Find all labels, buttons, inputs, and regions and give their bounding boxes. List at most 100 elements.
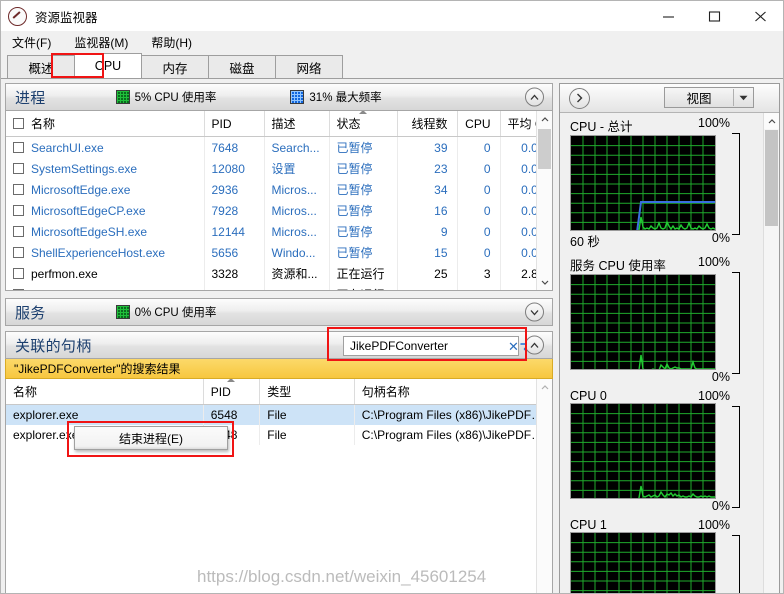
tab-memory[interactable]: 内存 <box>141 55 209 78</box>
process-threads: 69 <box>397 284 457 291</box>
graph-footer: 0% <box>570 370 762 384</box>
table-row[interactable]: SystemSettings.exe12080设置已暂停2300.00 <box>6 158 553 179</box>
graphs-scrollbar[interactable] <box>763 113 779 594</box>
scroll-up-icon[interactable] <box>537 111 552 127</box>
processes-section-header[interactable]: 进程 5% CPU 使用率 31% 最大频率 <box>5 83 553 111</box>
table-row[interactable]: explorer.exe6548Windo...正在运行6901.45 <box>6 284 553 291</box>
process-pid: 5656 <box>204 242 264 263</box>
row-checkbox[interactable] <box>13 289 24 292</box>
graph-max: 100% <box>698 389 730 403</box>
col-handle-type[interactable]: 类型 <box>260 379 355 405</box>
tab-network[interactable]: 网络 <box>275 55 343 78</box>
scroll-down-icon[interactable] <box>537 274 552 290</box>
graph-canvas <box>570 532 716 594</box>
graph-min: 0% <box>712 231 730 250</box>
table-row[interactable]: MicrosoftEdge.exe2936Micros...已暂停3400.00 <box>6 179 553 200</box>
cpu-0-plot <box>571 404 716 499</box>
cpu-usage-legend-label: 5% CPU 使用率 <box>135 89 217 105</box>
handles-header-row: 名称 PID 类型 句柄名称 <box>6 379 552 405</box>
row-checkbox[interactable] <box>13 268 24 279</box>
process-name: MicrosoftEdgeSH.exe <box>6 221 204 242</box>
scroll-up-icon[interactable] <box>764 113 779 129</box>
cpu-1-plot <box>571 533 716 594</box>
chevron-down-icon[interactable] <box>734 95 753 101</box>
graph-min: 0% <box>712 499 730 513</box>
close-button[interactable] <box>737 1 783 31</box>
handle-pid: 6548 <box>203 405 260 425</box>
processes-table-body: SearchUI.exe7648Search...已暂停3900.00 Syst… <box>6 137 553 292</box>
graph-title: CPU 0 <box>570 389 607 403</box>
graph-labels: CPU 0 100% <box>570 389 762 403</box>
graph-min: 0% <box>712 370 730 384</box>
title-bar: 资源监视器 <box>1 1 783 31</box>
select-all-checkbox[interactable] <box>13 118 24 129</box>
table-row[interactable]: SearchUI.exe7648Search...已暂停3900.00 <box>6 137 553 159</box>
col-handle-name[interactable]: 名称 <box>6 379 203 405</box>
row-checkbox[interactable] <box>13 163 24 174</box>
tab-disk[interactable]: 磁盘 <box>208 55 276 78</box>
process-threads: 15 <box>397 242 457 263</box>
graph-axis-bracket <box>732 272 740 374</box>
services-expand-button[interactable] <box>525 303 544 322</box>
tab-overview[interactable]: 概述 <box>7 55 75 78</box>
col-threads[interactable]: 线程数 <box>397 111 457 137</box>
table-row[interactable]: MicrosoftEdgeSH.exe12144Micros...已暂停900.… <box>6 221 553 242</box>
col-cpu[interactable]: CPU <box>457 111 500 137</box>
services-title: 服务 <box>15 302 46 323</box>
table-row[interactable]: explorer.exe6548FileC:\Program Files (x8… <box>6 405 552 425</box>
col-description[interactable]: 描述 <box>264 111 329 137</box>
handles-scrollbar[interactable] <box>536 379 552 594</box>
col-name[interactable]: 名称 <box>6 111 204 137</box>
handles-collapse-button[interactable] <box>525 336 544 355</box>
process-name: ShellExperienceHost.exe <box>6 242 204 263</box>
table-row[interactable]: MicrosoftEdgeCP.exe7928Micros...已暂停1600.… <box>6 200 553 221</box>
row-checkbox[interactable] <box>13 184 24 195</box>
process-pid: 12144 <box>204 221 264 242</box>
menu-monitor[interactable]: 监视器(M) <box>70 32 138 53</box>
row-checkbox[interactable] <box>13 142 24 153</box>
process-name: SystemSettings.exe <box>6 158 204 179</box>
row-checkbox[interactable] <box>13 247 24 258</box>
search-input[interactable] <box>344 338 508 354</box>
process-threads: 9 <box>397 221 457 242</box>
processes-collapse-button[interactable] <box>525 88 544 107</box>
scroll-thumb[interactable] <box>538 129 551 169</box>
handles-table-wrap: 名称 PID 类型 句柄名称 explorer.exe6548FileC:\Pr… <box>5 379 553 594</box>
process-cpu: 0 <box>457 179 500 200</box>
processes-scrollbar[interactable] <box>536 111 552 290</box>
col-handle-path[interactable]: 句柄名称 <box>354 379 551 405</box>
graphs-toolbar: 视图 <box>560 84 779 113</box>
maximize-button[interactable] <box>691 1 737 31</box>
graph-title: CPU 1 <box>570 518 607 532</box>
table-row[interactable]: ShellExperienceHost.exe5656Windo...已暂停15… <box>6 242 553 263</box>
col-status[interactable]: 状态 <box>329 111 397 137</box>
graph-footer: 0% <box>570 499 762 513</box>
row-checkbox[interactable] <box>13 226 24 237</box>
process-cpu: 0 <box>457 137 500 159</box>
handle-search-box[interactable]: ✕ <box>343 336 519 356</box>
view-button[interactable]: 视图 <box>664 87 754 108</box>
window-title: 资源监视器 <box>35 7 98 26</box>
context-menu-item-end-process[interactable]: 结束进程(E) <box>75 427 227 449</box>
tab-cpu[interactable]: CPU <box>74 53 142 78</box>
handle-context-menu[interactable]: 结束进程(E) <box>74 426 228 450</box>
col-pid[interactable]: PID <box>204 111 264 137</box>
scroll-up-icon[interactable] <box>537 379 552 395</box>
menu-help[interactable]: 帮助(H) <box>147 32 202 53</box>
menu-file[interactable]: 文件(F) <box>8 32 61 53</box>
row-checkbox[interactable] <box>13 205 24 216</box>
col-handle-pid[interactable]: PID <box>203 379 260 405</box>
services-section-header[interactable]: 服务 0% CPU 使用率 <box>5 298 553 326</box>
graph-max: 100% <box>698 116 730 135</box>
clear-search-icon[interactable]: ✕ <box>508 340 519 353</box>
process-name: perfmon.exe <box>6 263 204 284</box>
collapse-graphs-icon[interactable] <box>569 88 590 109</box>
graphs-scroll-content: CPU - 总计 100% <box>560 113 762 594</box>
scroll-thumb[interactable] <box>765 130 778 226</box>
minimize-button[interactable] <box>645 1 691 31</box>
handles-section-header[interactable]: 关联的句柄 ✕ <box>5 331 553 359</box>
table-row[interactable]: perfmon.exe3328资源和...正在运行2532.88 <box>6 263 553 284</box>
process-pid: 7928 <box>204 200 264 221</box>
resource-monitor-window: 资源监视器 文件(F) 监视器(M) 帮助(H) 概述 CPU 内存 磁盘 网络 <box>0 0 784 594</box>
sort-caret-icon <box>359 111 367 114</box>
